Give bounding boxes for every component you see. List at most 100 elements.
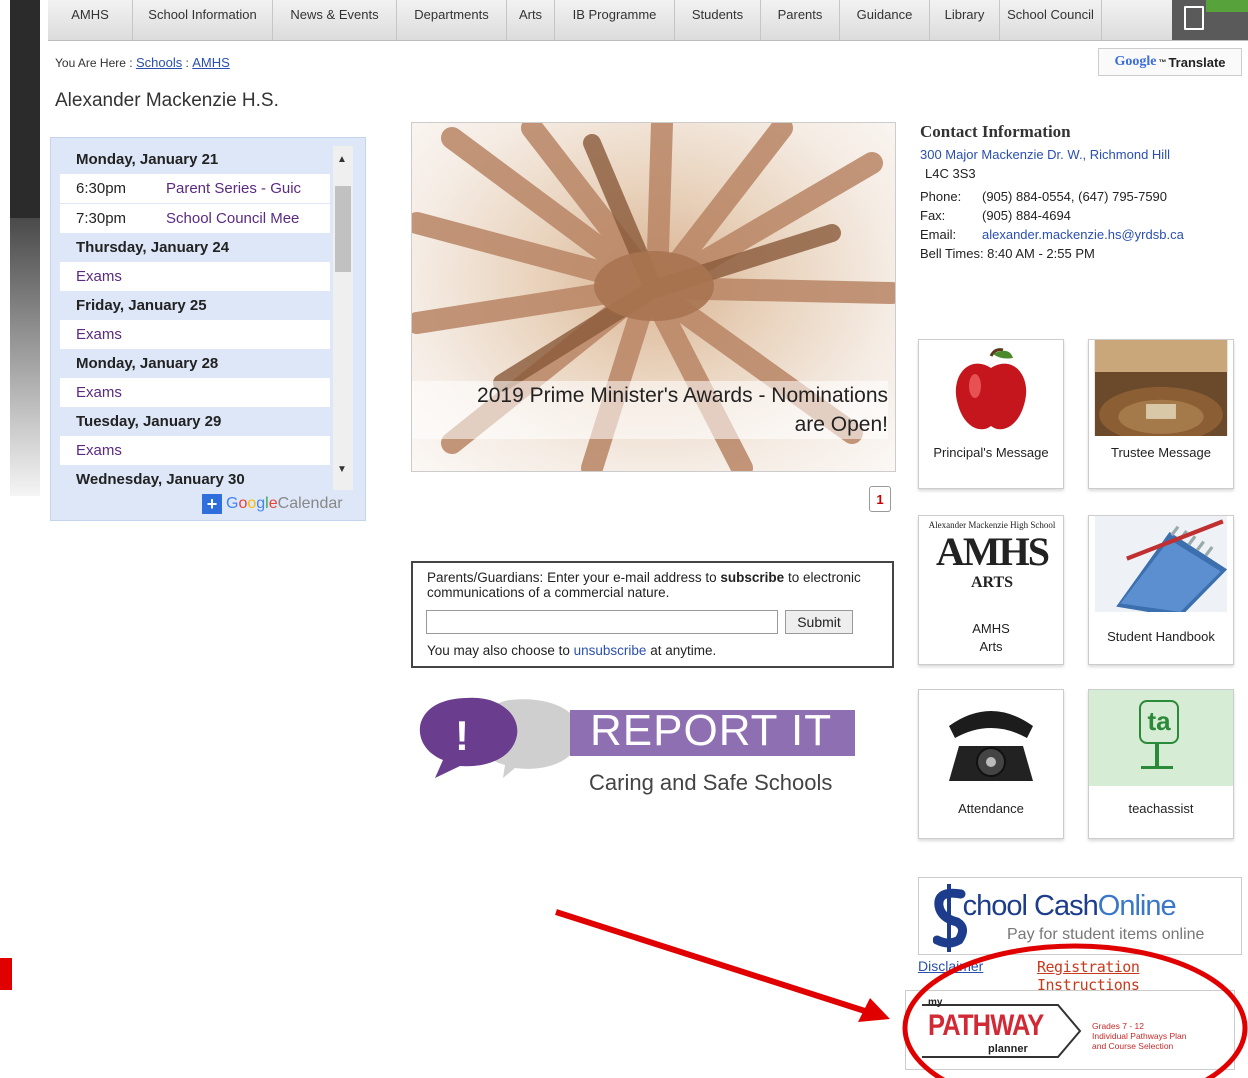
calendar-event[interactable]: 6:30pm Parent Series - Guic: [60, 174, 330, 204]
bell-times: Bell Times: 8:40 AM - 2:55 PM: [920, 246, 1095, 261]
event-time: 7:30pm: [76, 210, 127, 227]
address-link[interactable]: 300 Major Mackenzie Dr. W., Richmond Hil…: [920, 145, 1170, 164]
nav-students[interactable]: Students: [675, 0, 761, 40]
calendar-day: Tuesday, January 29: [60, 408, 330, 436]
email-link[interactable]: alexander.mackenzie.hs@yrdsb.ca: [982, 225, 1184, 244]
unsubscribe-note: You may also choose to unsubscribe at an…: [427, 643, 716, 658]
pathway-grades: Grades 7 - 12 Individual Pathways Plan a…: [1092, 1021, 1187, 1051]
nav-news-events[interactable]: News & Events: [273, 0, 397, 40]
unsubscribe-link[interactable]: unsubscribe: [574, 643, 647, 658]
subscribe-form: Parents/Guardians: Enter your e-mail add…: [411, 561, 894, 668]
calendar-day: Monday, January 21: [60, 146, 330, 174]
amhs-arts-logo: Alexander Mackenzie High School AMHS ART…: [922, 520, 1062, 592]
subscribe-text-before: Parents/Guardians: Enter your e-mail add…: [427, 570, 717, 585]
trademark-mark: ™: [1158, 57, 1167, 67]
calendar-scroll-thumb[interactable]: [335, 186, 351, 272]
principals-message-tile[interactable]: Principal's Message: [918, 339, 1064, 489]
phone-label: Phone:: [920, 189, 962, 204]
calendar-event[interactable]: Exams: [60, 320, 330, 350]
hero-caption[interactable]: 2019 Prime Minister's Awards - Nominatio…: [412, 381, 888, 439]
annotation-arrowhead: [858, 998, 890, 1022]
student-handbook-label: Student Handbook: [1107, 629, 1215, 644]
calendar-event[interactable]: Exams: [60, 262, 330, 292]
slide-page-1-button[interactable]: 1: [869, 486, 891, 512]
pathway-planner: planner: [988, 1043, 1028, 1055]
trustee-message-tile[interactable]: Trustee Message: [1088, 339, 1234, 489]
calendar-event[interactable]: 7:30pm School Council Mee: [60, 204, 330, 234]
google-translate-button[interactable]: Google ™ Translate: [1098, 48, 1242, 76]
report-title: REPORT IT: [590, 706, 833, 755]
email-input[interactable]: [426, 610, 778, 634]
amhs-arts-tile[interactable]: Alexander Mackenzie High School AMHS ART…: [918, 515, 1064, 665]
nav-departments[interactable]: Departments: [397, 0, 507, 40]
registration-instructions-link[interactable]: Registration Instructions: [1037, 958, 1248, 994]
google-letter-0: G: [226, 495, 239, 512]
school-cash-title: School CashOnline: [961, 890, 1177, 923]
red-annotation-mark: [0, 958, 12, 990]
google-calendar-button[interactable]: + Google Calendar: [202, 493, 343, 515]
event-title: Parent Series - Guic: [166, 180, 302, 197]
scroll-up-icon[interactable]: ▲: [337, 154, 347, 165]
principals-message-label: Principal's Message: [933, 445, 1049, 460]
my-pathway-planner-banner[interactable]: my PATHWAY planner Grades 7 - 12 Individ…: [905, 990, 1235, 1070]
nav-library[interactable]: Library: [930, 0, 1000, 40]
nav-school-information[interactable]: School Information: [133, 0, 273, 40]
calendar-word: Calendar: [277, 495, 343, 512]
pathway-my: my: [928, 997, 943, 1008]
nav-school-council[interactable]: School Council: [1000, 0, 1102, 40]
apple-icon: [955, 348, 1027, 430]
teachassist-tile[interactable]: ta teachassist: [1088, 689, 1234, 839]
postal-code: L4C 3S3: [925, 166, 976, 181]
calendar-event[interactable]: Exams: [60, 378, 330, 408]
trustee-message-label: Trustee Message: [1111, 445, 1211, 460]
arts-logo-sub: ARTS: [970, 574, 1014, 591]
school-cash-online-banner[interactable]: School CashOnline Pay for student items …: [918, 877, 1242, 955]
cash-title-online: Online: [1097, 890, 1177, 922]
google-calendar-logo: Google: [226, 495, 278, 513]
nav-arts[interactable]: Arts: [507, 0, 555, 40]
nav-guidance[interactable]: Guidance: [840, 0, 930, 40]
notebook-icon: [1094, 516, 1228, 612]
submit-button[interactable]: Submit: [785, 610, 853, 634]
unsubscribe-after: at anytime.: [650, 643, 717, 658]
breadcrumb-separator: :: [185, 56, 189, 70]
hero-caption-line1: 2019 Prime Minister's Awards - Nominatio…: [477, 384, 888, 407]
unsubscribe-before: You may also choose to: [427, 643, 570, 658]
amhs-arts-label: AMHS Arts: [972, 621, 1010, 654]
pathway-grades-line1: Grades 7 - 12: [1092, 1021, 1144, 1031]
breadcrumb-prefix: You Are Here :: [55, 56, 133, 70]
hero-slideshow[interactable]: 2019 Prime Minister's Awards - Nominatio…: [411, 122, 896, 472]
fax-label: Fax:: [920, 208, 946, 223]
calendar-event[interactable]: Exams: [60, 436, 330, 466]
nav-parents[interactable]: Parents: [761, 0, 840, 40]
disclaimer-link[interactable]: Disclaimer: [918, 958, 983, 974]
student-handbook-tile[interactable]: Student Handbook: [1088, 515, 1234, 665]
left-fade-strip: [10, 218, 40, 496]
breadcrumb-link-schools[interactable]: Schools: [136, 55, 182, 70]
google-logo: Google: [1114, 54, 1157, 69]
fax-value: (905) 884-4694: [982, 208, 1071, 223]
subscribe-bold: subscribe: [720, 570, 785, 585]
report-it-banner[interactable]: ! REPORT IT Caring and Safe Schools: [415, 690, 860, 795]
calendar-day: Monday, January 28: [60, 350, 330, 378]
pathway-title: PATHWAY: [928, 1009, 1044, 1042]
phone-value: (905) 884-0554, (647) 795-7590: [982, 189, 1168, 204]
plus-icon: +: [202, 494, 222, 514]
pathway-grades-line2: Individual Pathways Plan: [1092, 1031, 1187, 1041]
hero-caption-line2: are Open!: [794, 413, 888, 436]
calendar-agenda[interactable]: Monday, January 21 6:30pm Parent Series -…: [60, 146, 330, 490]
scroll-down-icon[interactable]: ▼: [337, 464, 347, 475]
breadcrumb-link-amhs[interactable]: AMHS: [192, 55, 230, 70]
cash-title-rest: chool Cash: [962, 890, 1099, 922]
translate-label: Translate: [1168, 54, 1226, 70]
pathway-grades-line3: and Course Selection: [1092, 1041, 1174, 1051]
calendar-day: Wednesday, January 30: [60, 466, 330, 490]
teachassist-logo: ta: [1089, 690, 1233, 786]
contact-information: Contact Information 300 Major Mackenzie …: [920, 122, 1240, 263]
attendance-tile[interactable]: Attendance: [918, 689, 1064, 839]
school-cash-tagline: Pay for student items online: [1007, 926, 1205, 943]
green-corner-tab: [1206, 0, 1248, 12]
event-title: School Council Mee: [166, 210, 300, 227]
nav-amhs[interactable]: AMHS: [48, 0, 133, 40]
nav-ib-programme[interactable]: IB Programme: [555, 0, 675, 40]
